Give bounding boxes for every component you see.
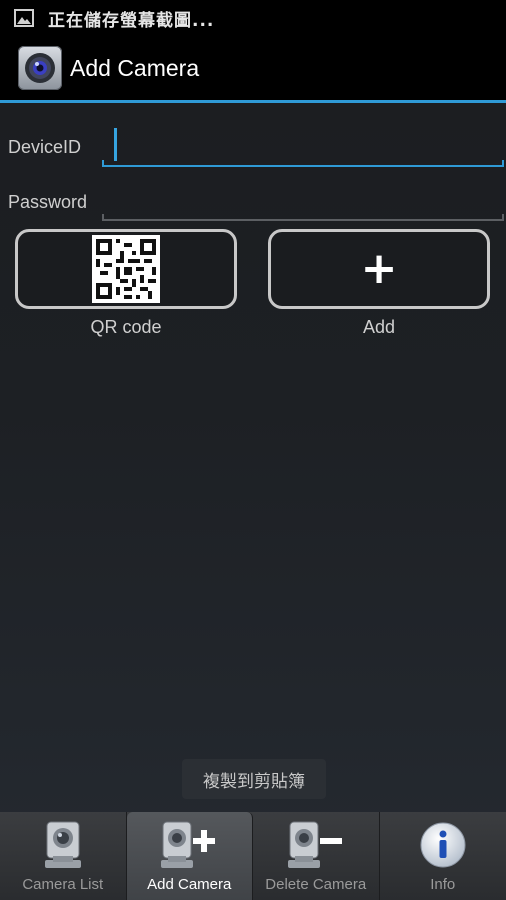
delete-camera-icon (286, 818, 346, 872)
password-label: Password (8, 192, 88, 212)
camera-icon (43, 818, 83, 872)
password-underline (102, 214, 504, 221)
tab-label: Add Camera (147, 876, 232, 893)
device-id-input[interactable] (102, 124, 502, 168)
tab-label: Delete Camera (265, 876, 367, 893)
password-input[interactable] (102, 178, 502, 222)
tab-info[interactable]: Info (380, 812, 506, 900)
page-title: Add Camera (70, 54, 200, 81)
add-camera-icon (159, 818, 219, 872)
qr-code-button[interactable] (15, 229, 237, 309)
bottom-tab-bar: Camera List Add Camera Delete Camera Inf… (0, 812, 506, 900)
tab-label: Camera List (22, 876, 104, 893)
info-icon (418, 818, 468, 872)
camera-app-icon (18, 46, 62, 90)
add-button[interactable]: + (268, 229, 490, 309)
add-label: Add (362, 317, 396, 337)
action-bar: Add Camera (0, 36, 506, 100)
device-id-underline (102, 160, 504, 167)
tab-camera-list[interactable]: Camera List (0, 812, 127, 900)
tab-add-camera[interactable]: Add Camera (126, 812, 253, 900)
action-bar-divider (0, 100, 506, 103)
tab-label: Info (430, 876, 456, 893)
tab-delete-camera[interactable]: Delete Camera (253, 812, 380, 900)
device-id-label: DeviceID (8, 137, 82, 157)
status-text: 正在儲存螢幕截圖... (48, 10, 215, 31)
qr-code-icon (92, 235, 160, 303)
toast-message: 複製到剪貼簿 (182, 759, 326, 799)
image-icon (14, 9, 34, 27)
qr-code-label: QR code (90, 317, 162, 337)
status-bar: 正在儲存螢幕截圖... (0, 0, 506, 36)
text-cursor (114, 128, 117, 161)
plus-icon: + (360, 243, 398, 294)
